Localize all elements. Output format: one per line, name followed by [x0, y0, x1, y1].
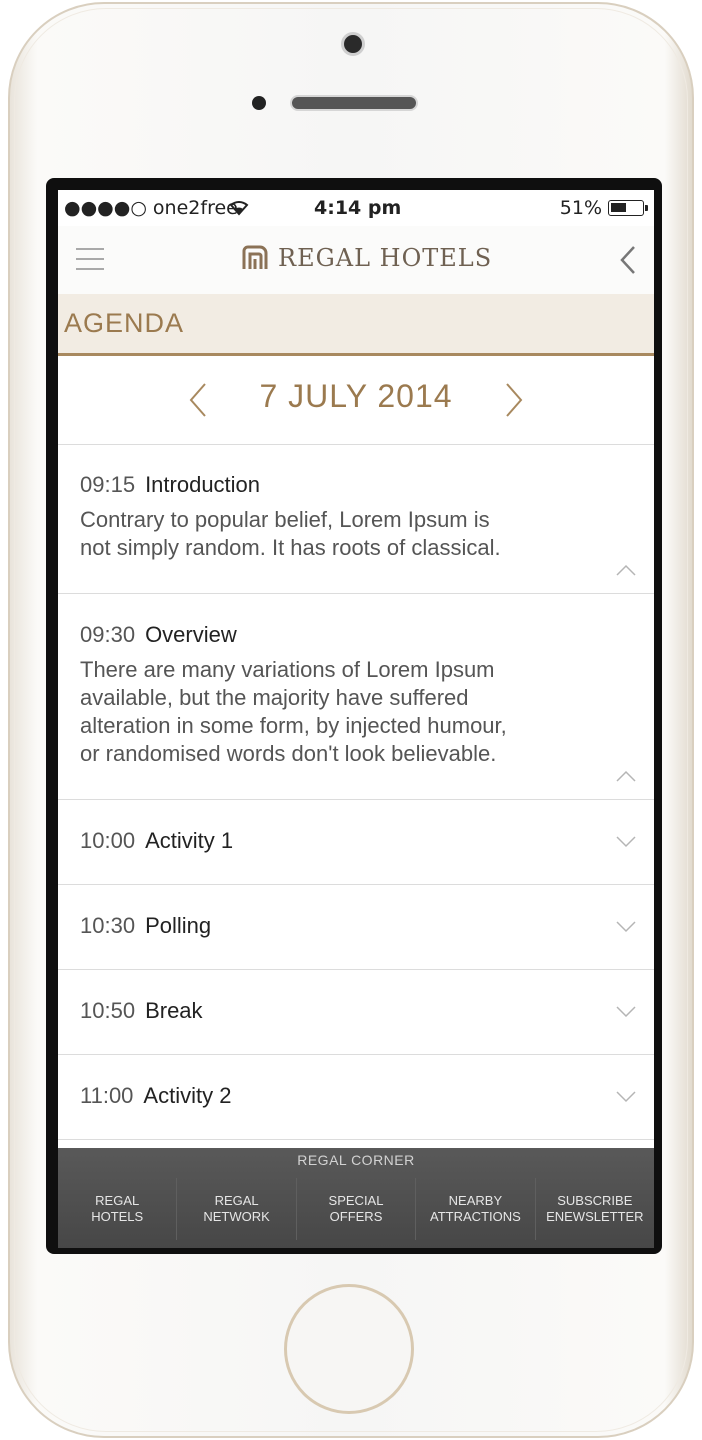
brand-logo: REGAL HOTELS [242, 244, 492, 272]
agenda-title: Overview [145, 622, 237, 647]
current-date: 7 JULY 2014 [259, 378, 453, 414]
proximity-sensor [252, 96, 266, 110]
footer-tabbar: REGAL HOTELS REGAL NETWORK SPECIAL OFFER… [58, 1178, 654, 1240]
chevron-up-icon[interactable] [616, 564, 636, 576]
chevron-left-icon[interactable] [616, 244, 640, 276]
agenda-item-header: 09:15 Introduction [80, 472, 260, 498]
brand-name: REGAL HOTELS [278, 244, 493, 272]
page-title: AGENDA [64, 308, 185, 338]
agenda-description-line: available, but the majority have suffere… [80, 685, 469, 710]
agenda-item-polling[interactable]: 10:30 Polling [58, 885, 654, 970]
battery-status: 51% [559, 197, 648, 219]
agenda-title: Break [145, 998, 203, 1023]
agenda-time: 09:15 [80, 472, 136, 497]
agenda-item-activity-1[interactable]: 10:00 Activity 1 [58, 800, 654, 885]
footer-tab-regal-network[interactable]: REGAL NETWORK [176, 1178, 295, 1240]
earpiece-speaker [290, 95, 418, 111]
footer-tab-label: REGAL NETWORK [203, 1193, 270, 1224]
agenda-item-introduction[interactable]: 09:15 Introduction Contrary to popular be… [58, 444, 654, 594]
chevron-down-icon[interactable] [616, 1006, 636, 1018]
wifi-icon [228, 196, 250, 221]
battery-fill [611, 203, 626, 212]
agenda-description: There are many variations of Lorem Ipsum… [80, 656, 600, 768]
chevron-down-icon[interactable] [616, 836, 636, 848]
agenda-description-line: alteration in some form, by injected hum… [80, 713, 507, 738]
status-bar: ●●●●○ one2free 4:14 pm 51% [58, 190, 654, 226]
agenda-item-header: 11:00 Activity 2 [80, 1083, 231, 1109]
regal-corner-footer: REGAL CORNER REGAL HOTELS REGAL NETWORK … [58, 1148, 654, 1248]
agenda-item-overview[interactable]: 09:30 Overview There are many variations … [58, 594, 654, 800]
footer-tab-nearby-attractions[interactable]: NEARBY ATTRACTIONS [415, 1178, 534, 1240]
regal-logo-icon [242, 245, 268, 269]
footer-tab-label: NEARBY ATTRACTIONS [430, 1193, 521, 1224]
agenda-description-line: or randomised words don't look believabl… [80, 741, 497, 766]
status-time: 4:14 pm [314, 197, 402, 219]
home-button[interactable] [284, 1284, 414, 1414]
footer-tab-label: SUBSCRIBE ENEWSLETTER [546, 1193, 644, 1224]
battery-tip [645, 205, 648, 211]
agenda-time: 09:30 [80, 622, 136, 647]
agenda-time: 11:00 [80, 1083, 134, 1108]
agenda-item-header: 10:50 Break [80, 998, 203, 1024]
footer-tab-special-offers[interactable]: SPECIAL OFFERS [295, 1178, 415, 1240]
agenda-time: 10:00 [80, 828, 136, 853]
agenda-description-line: Contrary to popular belief, Lorem Ipsum … [80, 507, 490, 532]
footer-tab-label: SPECIAL OFFERS [328, 1193, 384, 1224]
agenda-title: Activity 1 [145, 828, 234, 853]
carrier-label: ●●●●○ one2free [64, 197, 238, 219]
date-selector: 7 JULY 2014 [58, 356, 654, 445]
footer-title: REGAL CORNER [297, 1152, 415, 1168]
footer-tab-regal-hotels[interactable]: REGAL HOTELS [58, 1178, 176, 1240]
hamburger-icon[interactable] [76, 248, 104, 270]
agenda-description-line: There are many variations of Lorem Ipsum [80, 657, 495, 682]
agenda-title: Introduction [145, 472, 261, 497]
agenda-description-line: not simply random. It has roots of class… [80, 535, 501, 560]
app-display: ●●●●○ one2free 4:14 pm 51% REGAL HOTELS … [58, 190, 654, 1248]
footer-tab-label: REGAL HOTELS [91, 1193, 144, 1224]
agenda-time: 10:30 [80, 913, 136, 938]
footer-tab-subscribe-enewsletter[interactable]: SUBSCRIBE ENEWSLETTER [534, 1178, 654, 1240]
agenda-title: Activity 2 [143, 1083, 232, 1108]
battery-percent: 51% [559, 197, 602, 219]
agenda-description: Contrary to popular belief, Lorem Ipsum … [80, 506, 600, 562]
agenda-item-header: 10:30 Polling [80, 913, 211, 939]
front-camera [341, 32, 365, 56]
chevron-down-icon[interactable] [616, 921, 636, 933]
agenda-item-header: 10:00 Activity 1 [80, 828, 233, 854]
chevron-up-icon[interactable] [616, 770, 636, 782]
next-date-button[interactable] [504, 382, 524, 418]
agenda-time: 10:50 [80, 998, 136, 1023]
agenda-header: AGENDA [58, 294, 654, 356]
top-navbar: REGAL HOTELS [58, 226, 654, 295]
agenda-item-break[interactable]: 10:50 Break [58, 970, 654, 1055]
agenda-title: Polling [145, 913, 212, 938]
chevron-down-icon[interactable] [616, 1091, 636, 1103]
agenda-item-activity-2[interactable]: 11:00 Activity 2 [58, 1055, 654, 1140]
agenda-item-header: 09:30 Overview [80, 622, 237, 648]
battery-icon [608, 200, 648, 216]
